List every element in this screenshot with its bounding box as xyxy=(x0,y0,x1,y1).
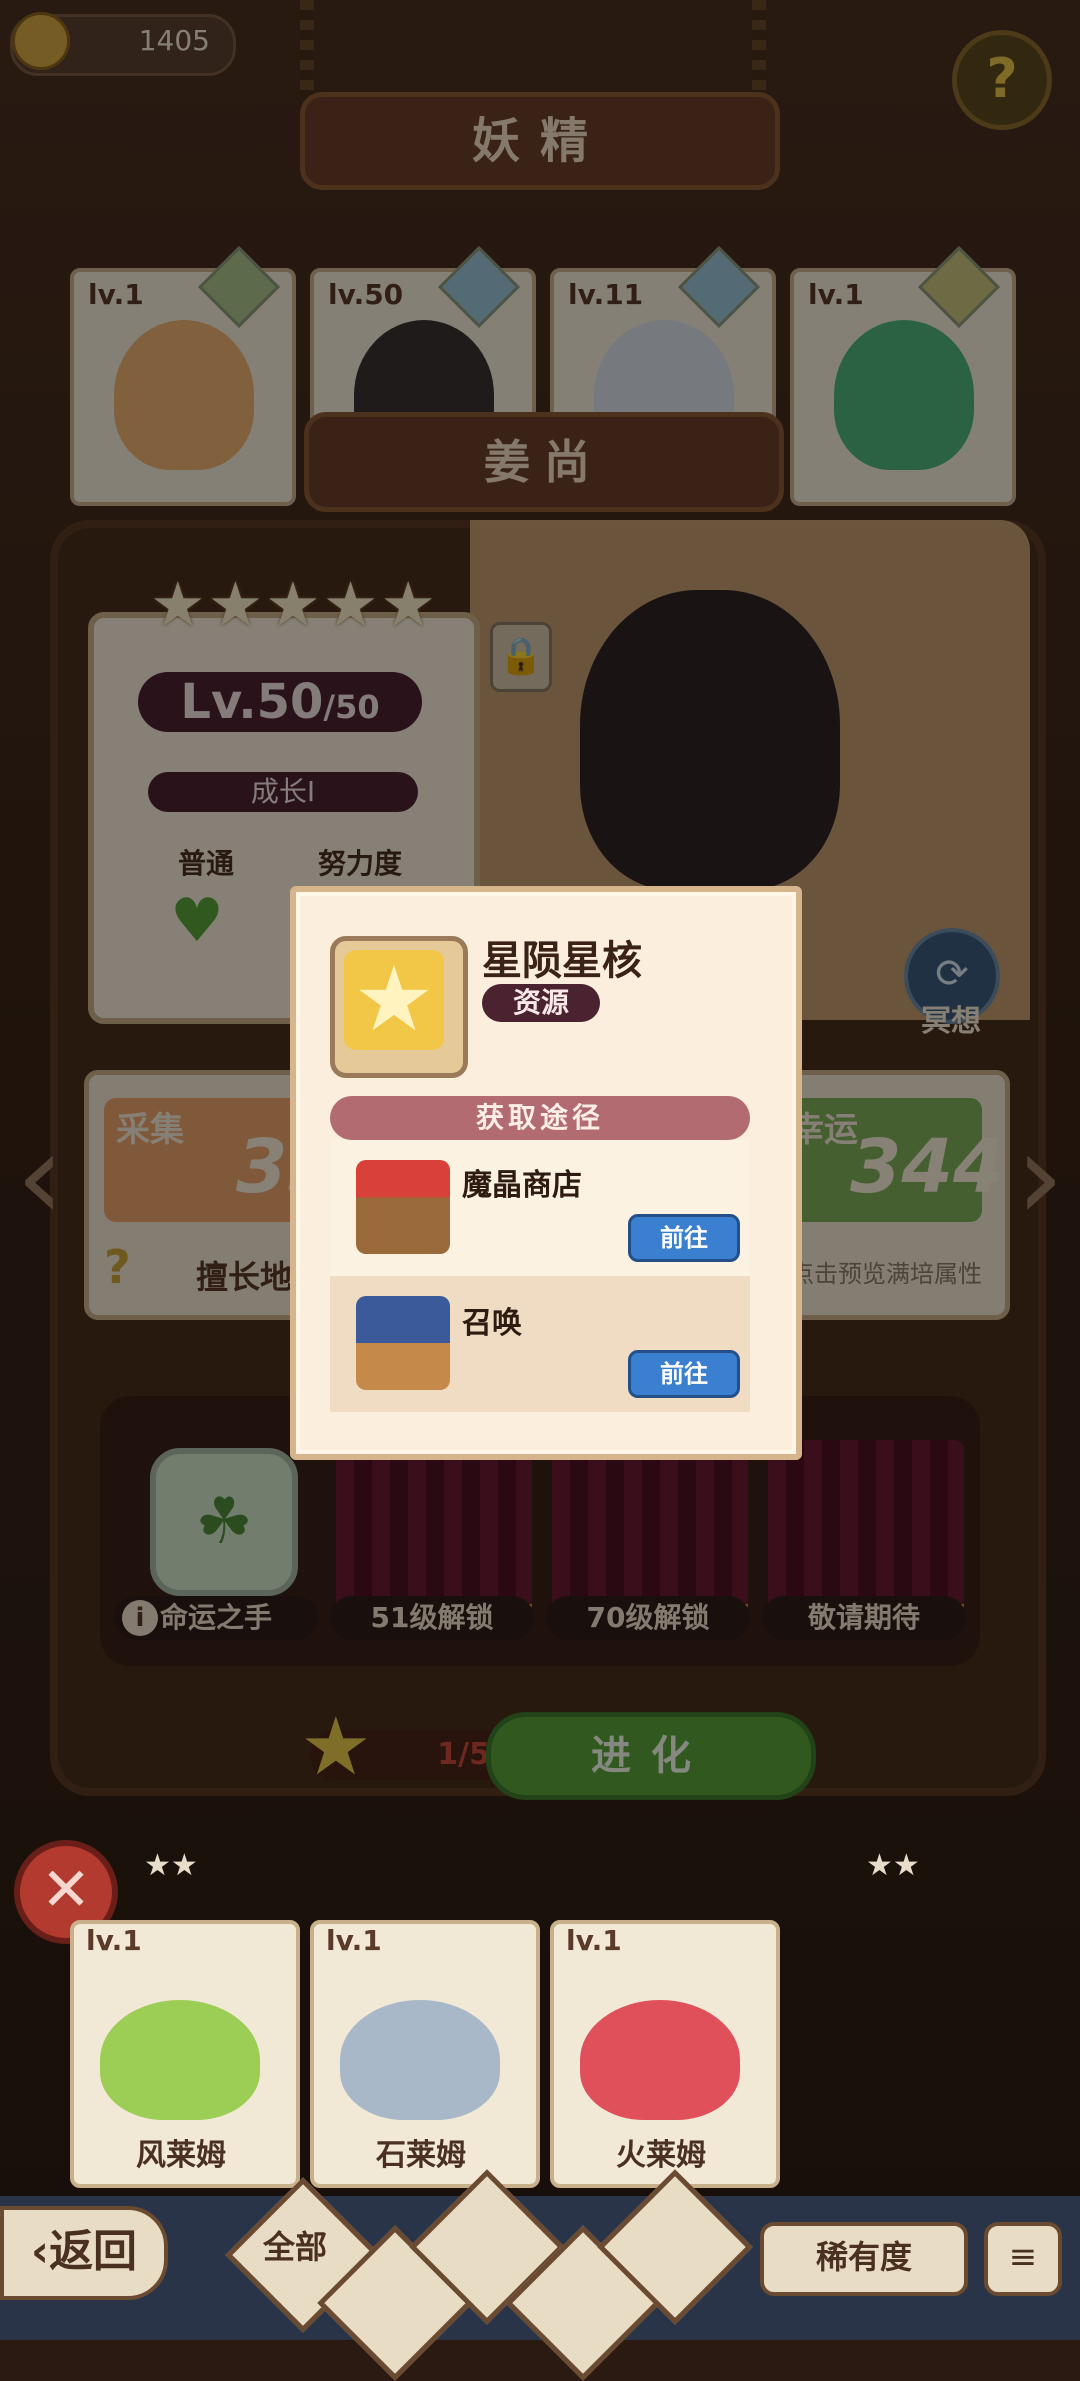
back-label: 返回 xyxy=(49,2226,138,2277)
fire-slime-sprite xyxy=(580,2000,740,2120)
pet-name: 风莱姆 xyxy=(136,2138,226,2173)
shop-stall-icon xyxy=(356,1160,450,1254)
pet-name: 石莱姆 xyxy=(376,2138,466,2173)
go-button[interactable]: 前往 xyxy=(628,1214,740,1262)
pet-name: 火莱姆 xyxy=(616,2138,706,2173)
source-name: 魔晶商店 xyxy=(462,1168,582,1203)
item-type-badge: 资源 xyxy=(482,984,600,1022)
back-button[interactable]: ‹返回 xyxy=(0,2206,168,2300)
item-name: 星陨星核 xyxy=(482,938,642,984)
rarity-sort-button[interactable]: 稀有度 xyxy=(760,2222,968,2296)
pet-stars: ★★ xyxy=(144,1848,198,1883)
go-button[interactable]: 前往 xyxy=(628,1350,740,1398)
pet-level: lv.1 xyxy=(326,1924,382,1957)
wind-slime-sprite xyxy=(100,2000,260,2120)
sort-icon[interactable]: ≡ xyxy=(984,2222,1062,2296)
pet-stars: ★★ xyxy=(866,1848,920,1883)
stone-slime-sprite xyxy=(340,2000,500,2120)
acquire-path-title: 获取途径 xyxy=(330,1096,750,1140)
source-name: 召唤 xyxy=(462,1306,522,1341)
summon-chest-icon xyxy=(356,1296,450,1390)
pet-level: lv.1 xyxy=(566,1924,622,1957)
pet-level: lv.1 xyxy=(86,1924,142,1957)
star-core-icon: ★ xyxy=(344,950,444,1050)
